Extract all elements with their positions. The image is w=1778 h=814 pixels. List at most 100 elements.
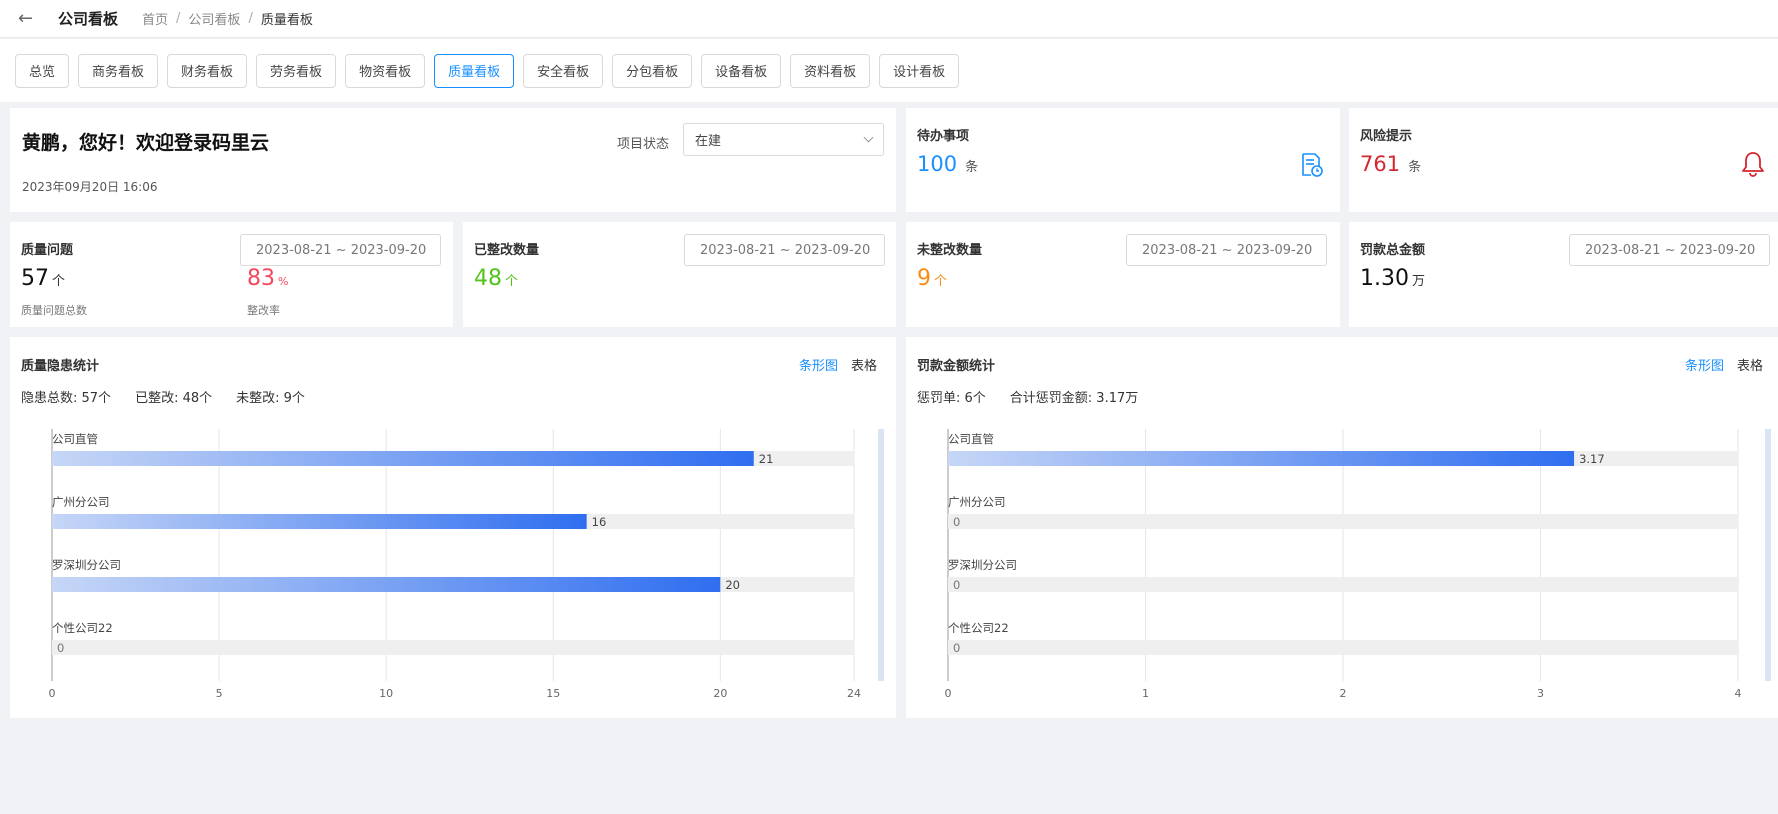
quality-issues-card: 质量问题 2023-08-21 ~ 2023-09-20 57 个 质量问题总数 … xyxy=(10,222,453,327)
current-datetime: 2023年09月20日 16:06 xyxy=(22,180,158,194)
project-status-value: 在建 xyxy=(695,134,722,149)
x-tick-label: 3 xyxy=(1537,687,1544,700)
x-tick-label: 2 xyxy=(1340,687,1347,700)
bar-chart-toggle[interactable]: 条形图 xyxy=(1685,355,1724,374)
app-title: 公司看板 xyxy=(58,10,119,28)
rectification-rate: 83 xyxy=(247,266,275,291)
x-tick-label: 15 xyxy=(546,687,560,700)
category-label: 罗深圳分公司 xyxy=(948,558,1017,572)
bell-icon[interactable] xyxy=(1740,150,1766,182)
x-tick-label: 5 xyxy=(216,687,223,700)
bar xyxy=(52,577,721,592)
todo-card[interactable]: 待办事项 100 条 xyxy=(906,108,1340,212)
unrectified-unit: 个 xyxy=(934,274,948,289)
category-label: 公司直管 xyxy=(948,432,994,446)
bar xyxy=(52,514,587,529)
x-tick-label: 20 xyxy=(713,687,727,700)
left-view-toggle: 条形图 表格 xyxy=(799,355,877,374)
bar-track xyxy=(948,577,1738,592)
data-label: 16 xyxy=(592,515,607,529)
fine-amount-panel: 罚款金额统计 条形图 表格 惩罚单: 6个 合计惩罚金额: 3.17万 0 1 2 3… xyxy=(906,337,1778,718)
top-bar: ← 公司看板 首页 / 公司看板 / 质量看板 xyxy=(0,0,1778,38)
quality-issues-caption: 质量问题总数 xyxy=(21,304,87,317)
unrectified-card: 未整改数量 2023-08-21 ~ 2023-09-20 9个 xyxy=(906,222,1340,327)
rectified-unit: 个 xyxy=(505,274,519,289)
bar xyxy=(52,451,754,466)
risk-count: 761 xyxy=(1360,152,1401,176)
project-status-select[interactable]: 在建 xyxy=(683,123,884,156)
rectified-count: 48 xyxy=(474,266,502,291)
x-tick-label: 0 xyxy=(945,687,952,700)
document-clock-icon[interactable] xyxy=(1298,152,1324,182)
hazard-summary: 隐患总数: 57个 已整改: 48个 未整改: 9个 xyxy=(21,387,305,406)
data-label: 21 xyxy=(759,452,774,466)
tab-overview[interactable]: 总览 xyxy=(15,53,70,88)
tab-subcontract[interactable]: 分包看板 xyxy=(612,53,693,88)
penalty-total: 合计惩罚金额: 3.17万 xyxy=(1009,391,1139,406)
unrectified-date-range[interactable]: 2023-08-21 ~ 2023-09-20 xyxy=(1126,234,1327,266)
right-view-toggle: 条形图 表格 xyxy=(1685,355,1763,374)
category-label: 个性公司22 xyxy=(948,621,1009,635)
welcome-title: 黄鹏，您好！欢迎登录码里云 xyxy=(22,132,270,154)
bar-track xyxy=(52,640,854,655)
fines-title: 罚款总金额 xyxy=(1360,243,1426,258)
fine-amount-title: 罚款金额统计 xyxy=(917,359,996,374)
quality-issues-count-wrap: 57 个 xyxy=(21,266,65,291)
quality-issues-unit: 个 xyxy=(52,274,66,289)
quality-hazard-title: 质量隐患统计 xyxy=(21,359,100,374)
risk-card[interactable]: 风险提示 761 条 xyxy=(1349,108,1778,212)
x-tick-label: 0 xyxy=(49,687,56,700)
unrectified-count-wrap: 9个 xyxy=(917,266,947,291)
tab-equipment[interactable]: 设备看板 xyxy=(701,53,782,88)
unrectified-title: 未整改数量 xyxy=(917,243,983,258)
fines-date-range[interactable]: 2023-08-21 ~ 2023-09-20 xyxy=(1569,234,1770,266)
breadcrumb-company-board[interactable]: 公司看板 xyxy=(188,9,240,28)
data-label: 20 xyxy=(725,578,740,592)
x-tick-label: 4 xyxy=(1735,687,1742,700)
todo-title: 待办事项 xyxy=(917,129,970,144)
tab-labor[interactable]: 劳务看板 xyxy=(256,53,337,88)
scrollbar xyxy=(1765,429,1771,681)
tab-safety[interactable]: 安全看板 xyxy=(523,53,604,88)
bar-chart-toggle[interactable]: 条形图 xyxy=(799,355,838,374)
quality-issues-count: 57 xyxy=(21,266,49,291)
fines-unit: 万 xyxy=(1411,274,1425,289)
category-label: 公司直管 xyxy=(52,432,98,446)
tab-materials[interactable]: 物资看板 xyxy=(345,53,426,88)
quality-issues-date-range[interactable]: 2023-08-21 ~ 2023-09-20 xyxy=(240,234,441,266)
breadcrumb-separator: / xyxy=(248,11,253,26)
hazard-rectified: 已整改: 48个 xyxy=(135,391,213,406)
table-toggle[interactable]: 表格 xyxy=(851,355,877,374)
x-tick-label: 10 xyxy=(379,687,393,700)
breadcrumb-separator: / xyxy=(176,11,181,26)
table-toggle[interactable]: 表格 xyxy=(1737,355,1763,374)
fines-card: 罚款总金额 2023-08-21 ~ 2023-09-20 1.30 万 xyxy=(1349,222,1778,327)
board-tabs: 总览 商务看板 财务看板 劳务看板 物资看板 质量看板 安全看板 分包看板 设备… xyxy=(0,39,1778,102)
bar-track xyxy=(948,514,1738,529)
todo-count: 100 xyxy=(917,152,958,176)
rectification-rate-caption: 整改率 xyxy=(247,304,280,317)
category-label: 罗深圳分公司 xyxy=(52,558,121,572)
rectified-date-range[interactable]: 2023-08-21 ~ 2023-09-20 xyxy=(684,234,885,266)
rectification-rate-unit: % xyxy=(278,275,289,288)
back-arrow-icon[interactable]: ← xyxy=(18,8,40,29)
breadcrumb-current: 质量看板 xyxy=(260,13,313,28)
project-status-label: 项目状态 xyxy=(617,137,670,152)
welcome-card: 黄鹏，您好！欢迎登录码里云 2023年09月20日 16:06 项目状态 在建 xyxy=(10,108,896,212)
category-label: 广州分公司 xyxy=(52,495,110,509)
data-label: 0 xyxy=(953,641,960,655)
unrectified-count: 9 xyxy=(917,266,931,291)
tab-quality[interactable]: 质量看板 xyxy=(434,53,515,88)
hazard-unrectified: 未整改: 9个 xyxy=(236,391,305,406)
rectification-rate-wrap: 83% xyxy=(247,266,288,291)
bar-track xyxy=(948,640,1738,655)
chevron-down-icon xyxy=(863,132,874,143)
data-label: 0 xyxy=(953,515,960,529)
todo-unit: 条 xyxy=(965,160,979,175)
x-tick-label: 24 xyxy=(847,687,861,700)
tab-design[interactable]: 设计看板 xyxy=(879,53,960,88)
breadcrumb-home[interactable]: 首页 xyxy=(142,9,168,28)
tab-business[interactable]: 商务看板 xyxy=(78,53,159,88)
tab-finance[interactable]: 财务看板 xyxy=(167,53,248,88)
tab-documents[interactable]: 资料看板 xyxy=(790,53,871,88)
